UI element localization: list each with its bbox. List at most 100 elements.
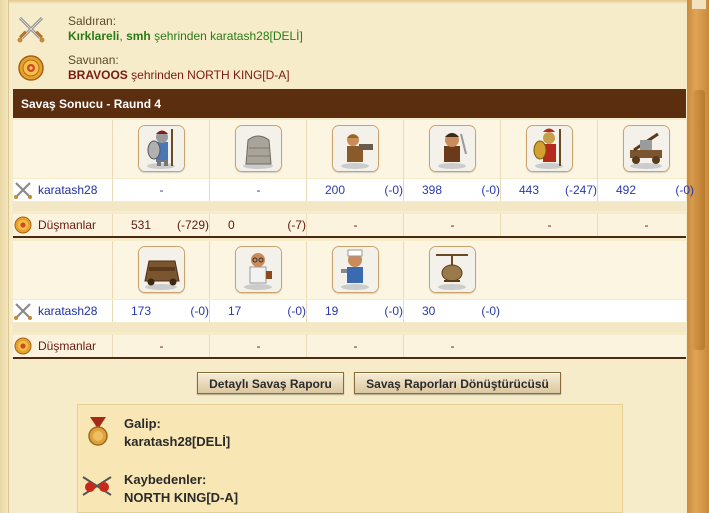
enemy-value-cell: - xyxy=(403,214,500,236)
unit-count: 17 xyxy=(228,304,242,318)
group-divider xyxy=(13,236,686,238)
doctor-icon[interactable] xyxy=(235,246,282,293)
losers-label: Kaybedenler: xyxy=(124,472,207,487)
attacker-value-cell: 30 (-0) xyxy=(403,300,500,322)
unit-cell xyxy=(403,120,500,178)
attacker-name-cell: karatash28 xyxy=(13,179,112,201)
unit-count: 0 xyxy=(228,218,235,232)
winner-label: Galip: xyxy=(124,416,161,431)
cook-icon[interactable] xyxy=(332,246,379,293)
unit-count: 492 xyxy=(616,183,637,197)
unit-loss: (-729) xyxy=(176,218,209,232)
result-header: Savaş Sonucu - Raund 4 xyxy=(13,89,686,118)
crossed-swords-icon xyxy=(14,182,32,199)
catapult-icon[interactable] xyxy=(623,125,670,172)
row-spacer xyxy=(13,202,686,211)
unit-count: - xyxy=(159,183,164,197)
unit-loss: (-0) xyxy=(287,304,306,318)
enemy-label: Düşmanlar xyxy=(38,339,97,353)
defeated-icon xyxy=(82,476,112,496)
swordsman-icon[interactable] xyxy=(429,125,476,172)
unit-count: - xyxy=(450,339,455,353)
unit-cell xyxy=(209,241,306,299)
attacker-value-cell: 173 (-0) xyxy=(112,300,209,322)
enemy-label: Düşmanlar xyxy=(38,218,97,232)
left-frame xyxy=(0,0,9,513)
attacker-value-cell: 200 (-0) xyxy=(306,179,403,201)
gyrocopter-icon[interactable] xyxy=(429,246,476,293)
battering-ram-icon[interactable] xyxy=(138,246,185,293)
scrollbar-up-arrow[interactable] xyxy=(692,0,706,10)
unit-count: - xyxy=(159,339,164,353)
group-divider xyxy=(13,357,686,359)
enemy-value-cell: - xyxy=(209,335,306,357)
crossed-swords-icon xyxy=(14,303,32,320)
unit-count: - xyxy=(450,218,455,232)
unit-count: - xyxy=(353,218,358,232)
unit-loss: (-0) xyxy=(481,304,500,318)
enemy-value-cell: - xyxy=(112,335,209,357)
attacker-row-1: karatash28 - - 200 (-0) 398 (-0) 443 (-247) 492 (… xyxy=(13,179,694,201)
attacker-player-link[interactable]: karatash28 xyxy=(38,183,97,197)
attacker-origin: şehrinden karatash28[DELİ] xyxy=(154,29,303,43)
shield-icon xyxy=(14,216,32,234)
attacker-info: Saldıran: Kırklareli, smh şehrinden kara… xyxy=(10,10,687,50)
attacker-name-cell: karatash28 xyxy=(13,300,112,322)
stone-wall-icon[interactable] xyxy=(235,125,282,172)
enemy-value-cell: - xyxy=(403,335,500,357)
medal-icon xyxy=(88,417,108,446)
report-converter-button[interactable]: Savaş Raporları Dönüştürücüsü xyxy=(354,372,561,394)
unit-count: - xyxy=(644,218,649,232)
unit-count: - xyxy=(547,218,552,232)
enemy-value-cell: - xyxy=(306,214,403,236)
defender-info: Savunan: BRAVOOS şehrinden NORTH KING[D-… xyxy=(10,49,687,89)
empty-corner xyxy=(13,120,110,178)
attacker-city-link[interactable]: Kırklareli xyxy=(68,29,119,43)
attacker-value-cell: 492 (-0) xyxy=(597,179,694,201)
enemy-row-2: Düşmanlar - - - - xyxy=(13,335,686,357)
enemy-name-cell: Düşmanlar xyxy=(13,214,112,236)
attacker-separator: , xyxy=(119,29,123,43)
enemy-value-cell: - xyxy=(500,214,597,236)
unit-count: 531 xyxy=(131,218,152,232)
slinger-icon[interactable] xyxy=(332,125,379,172)
unit-cell xyxy=(597,120,694,178)
attacker-label: Saldıran: xyxy=(68,14,117,28)
attacker-player-link[interactable]: karatash28 xyxy=(38,304,97,318)
detailed-report-button[interactable]: Detaylı Savaş Raporu xyxy=(197,372,344,394)
defender-origin: şehrinden NORTH KING[D-A] xyxy=(131,68,290,82)
attacker-value-cell: 398 (-0) xyxy=(403,179,500,201)
crossed-swords-icon xyxy=(17,16,45,43)
attacker-value-cell: 443 (-247) xyxy=(500,179,597,201)
losers-name: NORTH KING[D-A] xyxy=(124,490,239,505)
enemy-value-cell: - xyxy=(306,335,403,357)
hoplite-icon[interactable] xyxy=(138,125,185,172)
unit-cell xyxy=(403,241,500,299)
unit-icons-row-2 xyxy=(13,241,686,299)
attacker-player-link[interactable]: smh xyxy=(126,29,151,43)
spartan-icon[interactable] xyxy=(526,125,573,172)
top-edge xyxy=(9,0,687,4)
attacker-value-cell: - xyxy=(112,179,209,201)
defender-player-link[interactable]: BRAVOOS xyxy=(68,68,128,82)
enemy-value-cell: 0 (-7) xyxy=(209,214,306,236)
shield-icon xyxy=(14,337,32,355)
enemy-name-cell: Düşmanlar xyxy=(13,335,112,357)
attacker-row-2: karatash28 173 (-0) 17 (-0) 19 (-0) 30 (-0) xyxy=(13,300,686,322)
unit-count: 443 xyxy=(519,183,540,197)
unit-cell xyxy=(112,120,209,178)
winner-name: karatash28[DELİ] xyxy=(124,434,231,449)
unit-cell xyxy=(112,241,209,299)
unit-count: 173 xyxy=(131,304,152,318)
enemy-row-1: Düşmanlar 531 (-729) 0 (-7) - - - - xyxy=(13,214,686,236)
unit-cell xyxy=(306,241,403,299)
unit-cell xyxy=(500,120,597,178)
unit-cell xyxy=(306,120,403,178)
unit-count: - xyxy=(256,339,261,353)
shield-icon xyxy=(18,55,44,81)
unit-loss: (-247) xyxy=(564,183,597,197)
enemy-value-cell: 531 (-729) xyxy=(112,214,209,236)
attacker-value-cell: 19 (-0) xyxy=(306,300,403,322)
unit-icons-row-1 xyxy=(13,120,686,178)
unit-count: 30 xyxy=(422,304,436,318)
